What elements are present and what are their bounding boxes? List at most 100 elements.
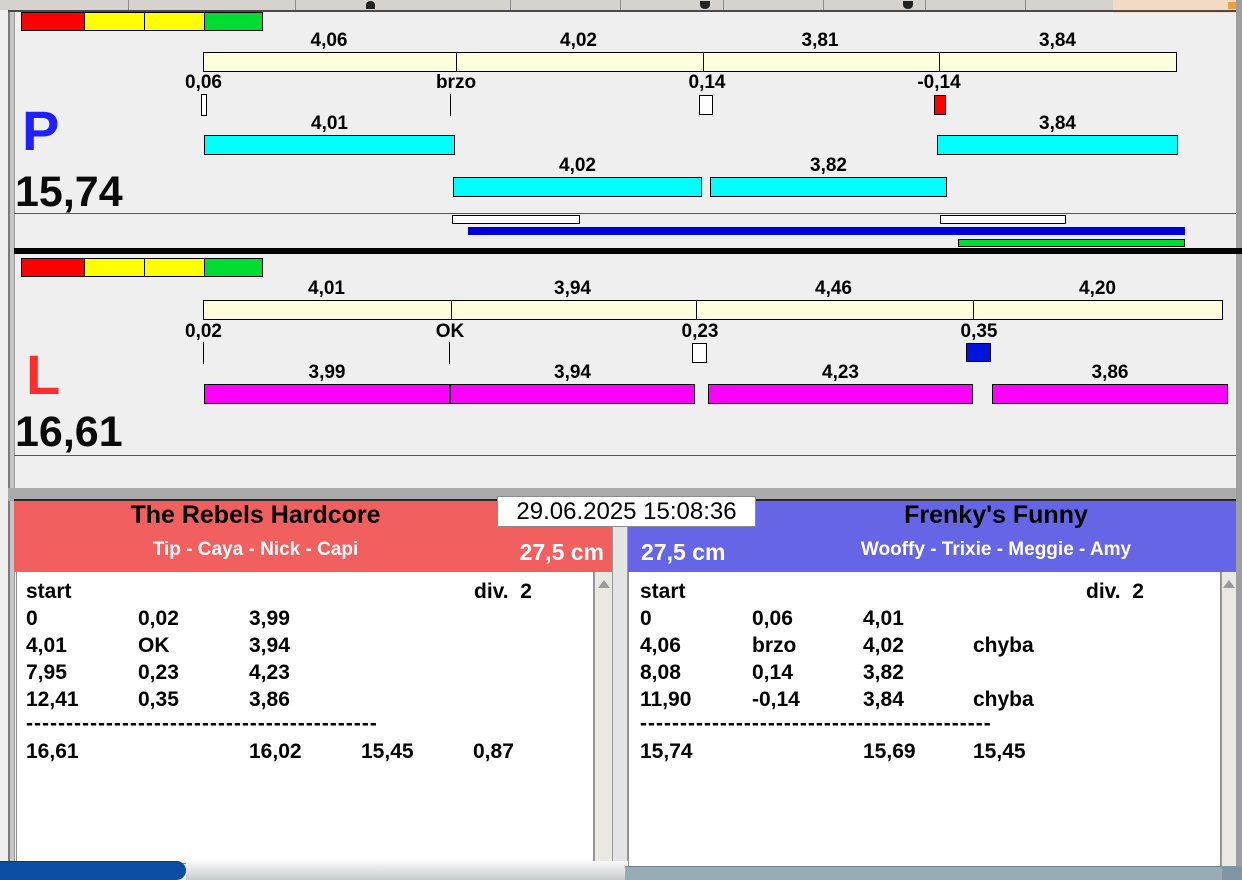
table-cell: 0,35 xyxy=(138,688,179,711)
team-right-sum-splits: 15,69 xyxy=(863,740,916,763)
lane-p-progress-bar-green xyxy=(958,239,1185,247)
flyball-timing-window: 4,06 4,02 3,81 3,84 0,06 brzo 0,14 -0,14… xyxy=(0,0,1242,880)
lane-p-split-label-4: 3,84 xyxy=(1039,30,1076,51)
card-gap xyxy=(612,499,628,866)
team-right-division: div. 2 xyxy=(1086,580,1144,603)
toolbar-separator xyxy=(823,0,824,10)
lane-p-run2-bar-2 xyxy=(710,177,947,197)
toolbar-glyph-fragment xyxy=(700,1,710,9)
team-left-division: div. 2 xyxy=(474,580,532,603)
status-light-green xyxy=(205,13,262,30)
status-light-yellow1 xyxy=(84,13,145,30)
team-right-jump-height: 27,5 cm xyxy=(641,539,726,565)
lane-l-run-bar-2 xyxy=(450,384,695,404)
lane-l-status-lights xyxy=(21,258,263,277)
scroll-up-icon[interactable] xyxy=(597,580,610,588)
lane-l-run-label-4: 3,86 xyxy=(1091,362,1129,383)
desktop-corner-fragment xyxy=(1222,866,1242,880)
lane-p-mark-label-1: 0,06 xyxy=(185,72,222,93)
toolbar-separator xyxy=(723,0,724,10)
team-right-best-possible: 15,45 xyxy=(973,740,1026,763)
table-cell: -0,14 xyxy=(752,688,800,711)
toolbar-separator xyxy=(1025,0,1026,10)
datetime-display: 29.06.2025 15:08:36 xyxy=(497,496,756,527)
lane-l-mark-tick-3 xyxy=(692,343,707,363)
table-cell: 11,90 xyxy=(640,688,692,711)
split-divider xyxy=(939,53,940,71)
lane-p-empty-bar-2 xyxy=(940,215,1066,224)
lane-l-run-label-1: 3,99 xyxy=(308,362,346,383)
lane-l-split-bar xyxy=(203,300,1223,320)
lane-l-letter: L xyxy=(26,343,61,406)
team-left-scrollbar[interactable] xyxy=(594,572,612,864)
status-light-red xyxy=(22,259,85,276)
table-cell: 3,86 xyxy=(249,688,290,711)
lane-p-split-label-1: 4,06 xyxy=(310,30,348,51)
team-right-dogs: Wooffy - Trixie - Meggie - Amy xyxy=(860,539,1132,560)
lane-p-progress-bar-blue xyxy=(468,227,1185,235)
taskbar-fragment[interactable] xyxy=(0,861,186,880)
lane-p-split-label-3: 3,81 xyxy=(801,30,839,51)
lane-l-split-label-2: 3,94 xyxy=(554,278,591,299)
table-cell: 12,41 xyxy=(26,688,79,711)
table-cell: 4,01 xyxy=(863,607,904,630)
team-left-total-time: 16,61 xyxy=(26,740,79,763)
lane-p-total-time: 15,74 xyxy=(15,168,123,216)
desktop-fragment xyxy=(186,861,628,880)
toolbar-separator xyxy=(295,0,296,10)
desktop-band-fragment xyxy=(625,866,1242,880)
scroll-up-icon[interactable] xyxy=(1223,580,1235,588)
table-cell: 3,82 xyxy=(863,661,904,684)
lane-l-run-bar-1 xyxy=(204,384,450,404)
lane-p-run1-label-2: 3,84 xyxy=(1039,113,1076,134)
lane-l-mark-label-4: 0,35 xyxy=(960,321,998,342)
team-left-name: The Rebels Hardcore xyxy=(130,501,381,529)
status-light-red xyxy=(22,13,85,30)
table-cell: 3,84 xyxy=(863,688,904,711)
lane-p-run1-label-1: 4,01 xyxy=(311,113,348,134)
table-cell: 3,94 xyxy=(249,634,290,657)
window-right-border xyxy=(1236,0,1242,880)
status-light-yellow2 xyxy=(144,259,206,276)
table-cell: 8,08 xyxy=(640,661,681,684)
table-cell: 0 xyxy=(26,607,38,630)
team-right-start-label: start xyxy=(640,580,686,603)
table-cell: 0 xyxy=(640,607,652,630)
lane-p-run2-label-2: 3,82 xyxy=(810,155,847,176)
team-left-jump-height: 27,5 cm xyxy=(519,539,604,565)
window-left-border xyxy=(8,12,15,866)
table-cell: 4,01 xyxy=(26,634,67,657)
table-cell: 4,02 xyxy=(863,634,904,657)
toolbar-separator xyxy=(925,0,926,10)
lane-l-total-time: 16,61 xyxy=(15,408,123,456)
table-cell: 7,95 xyxy=(26,661,67,684)
lane-p-run2-bar-1 xyxy=(453,177,702,197)
lane-l-mark-label-3: 0,23 xyxy=(681,321,719,342)
status-light-yellow2 xyxy=(144,13,206,30)
table-cell: 4,06 xyxy=(640,634,681,657)
toolbar-glyph-fragment xyxy=(366,1,375,9)
team-right-name: Frenky's Funny xyxy=(904,501,1088,529)
team-left-start-label: start xyxy=(26,580,72,603)
lane-l-mark-tick-4 xyxy=(966,343,991,362)
table-cell: chyba xyxy=(973,634,1034,657)
lane-l-mark-label-1: 0,02 xyxy=(185,321,222,342)
lane-l-split-label-3: 4,46 xyxy=(815,278,852,299)
table-cell: OK xyxy=(138,634,170,657)
lane-p-mark-tick-1 xyxy=(201,94,207,116)
table-cell: 0,23 xyxy=(138,661,179,684)
team-right-scrollbar[interactable] xyxy=(1221,572,1236,868)
lane-p-bottom-rule xyxy=(14,213,1236,214)
table-cell: 0,06 xyxy=(752,607,793,630)
toolbar-separator xyxy=(620,0,621,10)
split-divider xyxy=(451,301,452,319)
lane-p-empty-bar-1 xyxy=(452,215,580,224)
toolbar-fragment[interactable] xyxy=(0,0,1242,10)
team-left-best-possible: 15,45 xyxy=(361,740,414,763)
lane-p-run1-bar-2 xyxy=(937,135,1178,155)
lane-p-mark-tick-4 xyxy=(934,95,946,115)
toolbar-separator xyxy=(510,0,511,10)
table-cell: 0,02 xyxy=(138,607,179,630)
status-light-green xyxy=(205,259,262,276)
lane-l-run-bar-4 xyxy=(992,384,1228,404)
